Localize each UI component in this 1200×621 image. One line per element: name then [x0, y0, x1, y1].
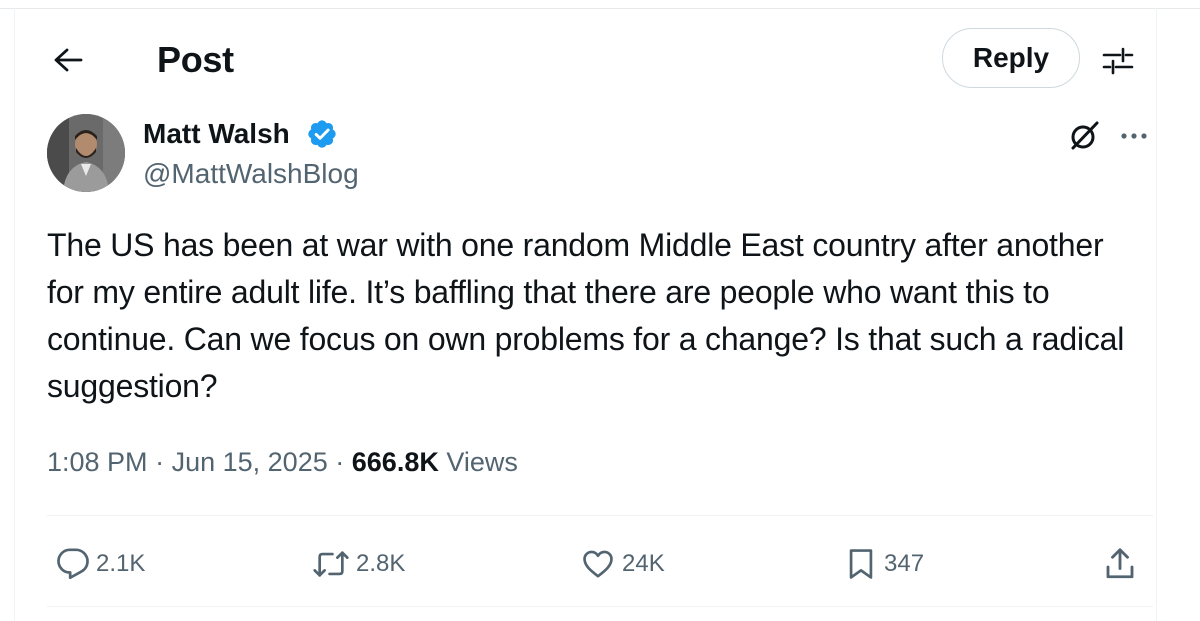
avatar-image: [47, 114, 125, 192]
post-meta: 1:08 PM · Jun 15, 2025 · 666.8K Views: [47, 444, 518, 480]
page-title: Post: [157, 39, 234, 80]
author-handle[interactable]: @MattWalshBlog: [143, 156, 359, 192]
divider: [47, 606, 1153, 607]
more-options-button[interactable]: [1114, 116, 1154, 156]
right-border: [1156, 8, 1157, 621]
post-text: The US has been at war with one random M…: [47, 227, 1125, 404]
post-time[interactable]: 1:08 PM: [47, 447, 148, 477]
bookmark-count: 347: [884, 550, 925, 577]
heart-icon: [583, 550, 613, 578]
bookmark-icon: [849, 549, 873, 579]
repost-count: 2.8K: [356, 550, 406, 577]
left-border: [14, 8, 15, 621]
bookmark-button[interactable]: 347: [844, 540, 924, 588]
grok-icon: [1071, 121, 1099, 150]
top-border: [0, 0, 1200, 9]
back-button[interactable]: [48, 40, 88, 80]
reply-action-button[interactable]: 2.1K: [56, 540, 145, 588]
reply-icon: [57, 548, 89, 580]
arrow-left-icon: [54, 48, 83, 72]
avatar[interactable]: [47, 114, 125, 192]
divider: [47, 515, 1153, 516]
like-button[interactable]: 24K: [580, 540, 665, 588]
grok-button[interactable]: [1064, 116, 1104, 156]
like-count: 24K: [622, 550, 665, 577]
author-name[interactable]: Matt Walsh: [143, 116, 290, 152]
post-date[interactable]: Jun 15, 2025: [172, 447, 328, 477]
share-icon: [1106, 548, 1134, 579]
repost-button[interactable]: 2.8K: [312, 540, 405, 588]
views-count: 666.8K: [351, 447, 439, 477]
more-horizontal-icon: [1121, 133, 1147, 139]
views-label: Views: [446, 447, 518, 477]
meta-separator: ·: [335, 447, 345, 477]
reply-count: 2.1K: [96, 550, 146, 577]
settings-button[interactable]: [1096, 40, 1140, 80]
meta-separator: ·: [155, 447, 165, 477]
repost-icon: [313, 551, 349, 577]
sliders-icon: [1102, 47, 1134, 75]
share-button[interactable]: [1102, 540, 1138, 588]
verified-badge-icon: [308, 120, 336, 148]
reply-button[interactable]: Reply: [942, 28, 1080, 88]
